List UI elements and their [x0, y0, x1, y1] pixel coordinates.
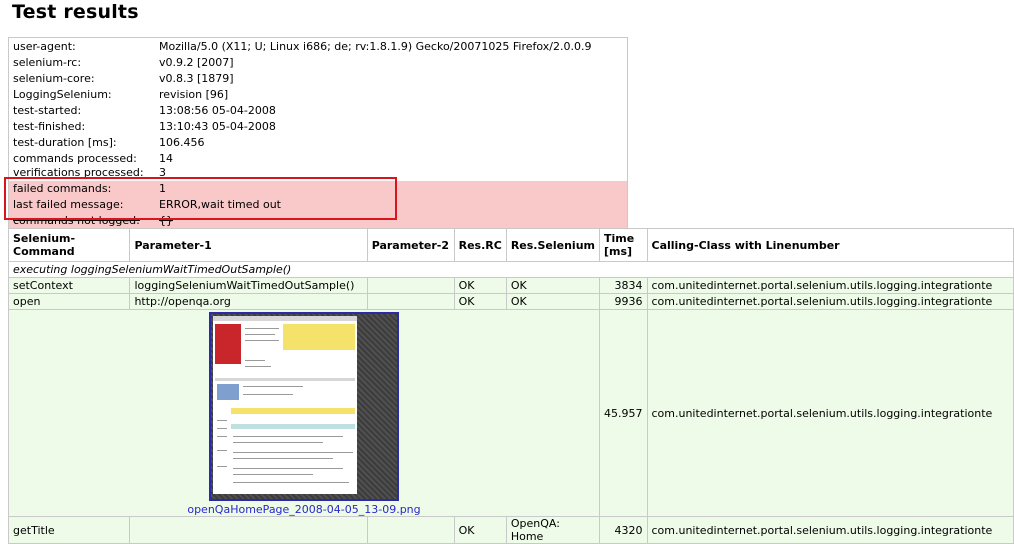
table-header-row: Selenium-Command Parameter-1 Parameter-2… — [7, 228, 1014, 262]
cell-res-rc: OK — [453, 277, 507, 294]
info-key: LoggingSelenium: — [13, 88, 112, 101]
screenshot-container: openQaHomePage_2008-04-05_13-09.png — [187, 311, 421, 516]
cell-param1: http://openqa.org — [129, 293, 368, 310]
info-value: v0.8.3 [1879] — [159, 72, 234, 85]
cell-res-rc: OK — [453, 293, 507, 310]
cell-param1: loggingSeleniumWaitTimedOutSample() — [129, 277, 368, 294]
info-value: v0.9.2 [2007] — [159, 56, 234, 69]
column-header: Time [ms] — [599, 228, 648, 262]
info-row-verifications-processed: verifications processed: 3 — [9, 165, 627, 181]
info-row-last-failed-message: last failed message: ERROR,wait timed out — [9, 197, 627, 213]
cell-calling-class: com.unitedinternet.portal.selenium.utils… — [646, 277, 1014, 294]
info-row-selenium-core: selenium-core: v0.8.3 [1879] — [9, 71, 627, 87]
cell-param1 — [129, 516, 368, 544]
cell-time: 3834 — [599, 277, 648, 294]
column-header: Res.RC — [453, 228, 507, 262]
screenshot-cell: openQaHomePage_2008-04-05_13-09.png — [8, 309, 600, 517]
group-label: executing loggingSeleniumWaitTimedOutSam… — [8, 261, 1014, 278]
info-value: ERROR,wait timed out — [159, 198, 281, 211]
info-key: user-agent: — [13, 40, 76, 53]
cell-param2 — [366, 516, 455, 544]
info-value: 13:08:56 05-04-2008 — [159, 104, 276, 117]
info-value: {} — [159, 214, 173, 227]
info-value: 13:10:43 05-04-2008 — [159, 120, 276, 133]
info-row-logging-selenium: LoggingSelenium: revision [96] — [9, 87, 627, 103]
info-row-test-started: test-started: 13:08:56 05-04-2008 — [9, 103, 627, 119]
test-info-panel: user-agent: Mozilla/5.0 (X11; U; Linux i6… — [8, 37, 628, 229]
info-row-test-duration: test-duration [ms]: 106.456 — [9, 135, 627, 151]
table-row: setContext loggingSeleniumWaitTimedOutSa… — [7, 277, 1014, 294]
column-header: Res.Selenium — [505, 228, 601, 262]
info-row-commands-not-logged: commands not logged: {} — [9, 213, 627, 228]
cell-res-rc: OK — [453, 516, 507, 544]
info-key: failed commands: — [13, 182, 112, 195]
cell-res-selenium: OK — [505, 277, 601, 294]
cell-res-selenium: OpenQA: Home — [505, 516, 601, 544]
group-row: executing loggingSeleniumWaitTimedOutSam… — [8, 261, 1014, 278]
info-key: test-finished: — [13, 120, 86, 133]
info-row-test-finished: test-finished: 13:10:43 05-04-2008 — [9, 119, 627, 135]
info-key: verifications processed: — [13, 166, 144, 179]
cell-param2 — [366, 277, 455, 294]
cell-calling-class: com.unitedinternet.portal.selenium.utils… — [646, 293, 1014, 310]
info-key: commands not logged: — [13, 214, 140, 227]
thumbnail-page — [212, 316, 357, 494]
info-key: selenium-core: — [13, 72, 95, 85]
info-row-user-agent: user-agent: Mozilla/5.0 (X11; U; Linux i6… — [9, 39, 627, 55]
cell-time: 9936 — [599, 293, 648, 310]
table-row-screenshot: openQaHomePage_2008-04-05_13-09.png 45.9… — [8, 309, 1014, 517]
cell-res-selenium: OK — [505, 293, 601, 310]
column-header: Parameter-2 — [366, 228, 455, 262]
results-table: Selenium-Command Parameter-1 Parameter-2… — [7, 228, 1014, 544]
cell-time: 45.957 — [599, 309, 648, 517]
screenshot-thumbnail[interactable] — [208, 312, 399, 501]
info-row-selenium-rc: selenium-rc: v0.9.2 [2007] — [9, 55, 627, 71]
column-header: Calling-Class with Linenumber — [646, 228, 1014, 262]
info-value: revision [96] — [159, 88, 229, 101]
info-key: test-started: — [13, 104, 82, 117]
cell-command: setContext — [7, 277, 131, 294]
table-row: getTitle OK OpenQA: Home 4320 com.united… — [7, 516, 1014, 544]
cell-calling-class: com.unitedinternet.portal.selenium.utils… — [646, 516, 1014, 544]
info-key: selenium-rc: — [13, 56, 82, 69]
info-key: test-duration [ms]: — [13, 136, 117, 149]
info-value: 106.456 — [159, 136, 205, 149]
cell-calling-class: com.unitedinternet.portal.selenium.utils… — [646, 309, 1014, 517]
screenshot-link[interactable]: openQaHomePage_2008-04-05_13-09.png — [187, 503, 420, 516]
cell-time: 4320 — [599, 516, 648, 544]
cell-param2 — [366, 293, 455, 310]
info-key: last failed message: — [13, 198, 124, 211]
info-value: Mozilla/5.0 (X11; U; Linux i686; de; rv:… — [159, 40, 592, 53]
info-value: 3 — [159, 166, 166, 179]
page-title: Test results — [12, 1, 139, 23]
column-header: Parameter-1 — [129, 228, 368, 262]
info-value: 1 — [159, 182, 166, 195]
cell-command: open — [7, 293, 131, 310]
column-header: Selenium-Command — [7, 228, 131, 262]
cell-command: getTitle — [7, 516, 131, 544]
table-row: open http://openqa.org OK OK 9936 com.un… — [7, 293, 1014, 310]
info-row-failed-commands: failed commands: 1 — [9, 181, 627, 197]
